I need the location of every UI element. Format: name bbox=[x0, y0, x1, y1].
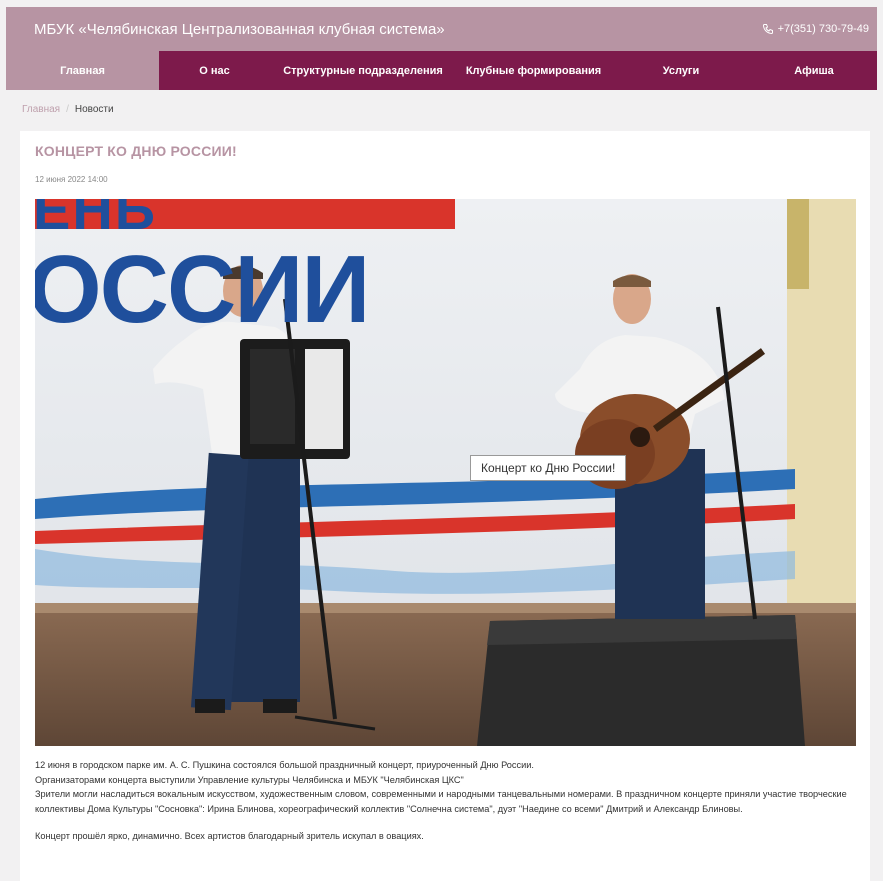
phone-contact[interactable]: +7(351) 730-79-49 bbox=[762, 23, 869, 35]
breadcrumb: Главная / Новости bbox=[22, 104, 114, 115]
phone-number[interactable]: +7(351) 730-79-49 bbox=[778, 23, 869, 35]
site-header: МБУК «Челябинская Централизованная клубн… bbox=[6, 7, 877, 51]
article-date: 12 июня 2022 14:00 bbox=[35, 175, 108, 184]
breadcrumb-current: Новости bbox=[74, 104, 114, 115]
nav-item-home[interactable]: Главная bbox=[6, 51, 159, 90]
breadcrumb-separator: / bbox=[66, 104, 69, 115]
image-caption-tooltip: Концерт ко Дню России! bbox=[470, 455, 627, 481]
article-paragraph: 12 июня в городском парке им. А. С. Пушк… bbox=[35, 760, 534, 770]
banner-text-main: ОССИИ bbox=[35, 236, 370, 343]
breadcrumb-home-link[interactable]: Главная bbox=[22, 104, 60, 115]
article-paragraph: Концерт прошёл ярко, динамично. Всех арт… bbox=[35, 831, 424, 841]
article-photo[interactable]: ЕНЬ ОССИИ Концерт ко Дню России! bbox=[35, 199, 856, 746]
nav-item-divisions[interactable]: Структурные подразделения bbox=[270, 51, 456, 90]
article-body: 12 июня в городском парке им. А. С. Пушк… bbox=[35, 758, 850, 844]
nav-item-clubs[interactable]: Клубные формирования bbox=[456, 51, 611, 90]
nav-item-about[interactable]: О нас bbox=[159, 51, 270, 90]
nav-item-services[interactable]: Услуги bbox=[611, 51, 751, 90]
main-nav: Главная О нас Структурные подразделения … bbox=[6, 51, 877, 90]
phone-icon bbox=[762, 24, 773, 35]
nav-item-events[interactable]: Афиша bbox=[751, 51, 877, 90]
article-paragraph: Организаторами концерта выступили Управл… bbox=[35, 774, 464, 785]
news-article: КОНЦЕРТ КО ДНЮ РОССИИ! 12 июня 2022 14:0… bbox=[20, 131, 870, 881]
article-paragraph: Зрители могли насладиться вокальным иску… bbox=[35, 789, 847, 814]
site-title[interactable]: МБУК «Челябинская Централизованная клубн… bbox=[34, 21, 445, 38]
article-title: КОНЦЕРТ КО ДНЮ РОССИИ! bbox=[35, 143, 237, 159]
